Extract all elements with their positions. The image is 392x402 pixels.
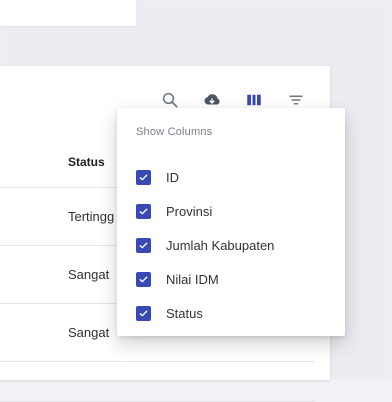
table-row[interactable] (0, 362, 315, 402)
show-columns-options: ID Provinsi Jumlah Kabupaten Nilai IDM S… (136, 160, 333, 330)
status-column-header[interactable]: Status (68, 155, 105, 169)
checkbox-jumlah-kabupaten[interactable] (136, 237, 151, 253)
top-search-bar[interactable] (0, 0, 137, 27)
show-columns-popover: Show Columns ID Provinsi Jumlah Kabupate… (117, 108, 345, 336)
status-cell: Tertingg (68, 209, 115, 224)
column-option-label: Provinsi (166, 203, 213, 219)
checkbox-nilai-idm[interactable] (136, 271, 151, 287)
column-option-jumlah-kabupaten[interactable]: Jumlah Kabupaten (136, 228, 333, 262)
column-option-label: Nilai IDM (166, 271, 219, 287)
checkbox-status[interactable] (136, 305, 151, 321)
status-cell: Sangat (68, 325, 110, 340)
checkbox-id[interactable] (136, 169, 151, 185)
column-option-label: Jumlah Kabupaten (166, 237, 275, 253)
column-option-provinsi[interactable]: Provinsi (136, 194, 333, 228)
column-option-label: ID (166, 169, 179, 185)
status-cell: Sangat (68, 267, 110, 282)
app-frame: Status Tertingg Sangat Sangat Show Colum… (0, 0, 392, 402)
column-option-status[interactable]: Status (136, 296, 333, 330)
column-option-label: Status (166, 305, 203, 321)
column-option-nilai-idm[interactable]: Nilai IDM (136, 262, 333, 296)
column-option-id[interactable]: ID (136, 160, 333, 194)
checkbox-provinsi[interactable] (136, 203, 151, 219)
show-columns-title: Show Columns (136, 126, 213, 138)
